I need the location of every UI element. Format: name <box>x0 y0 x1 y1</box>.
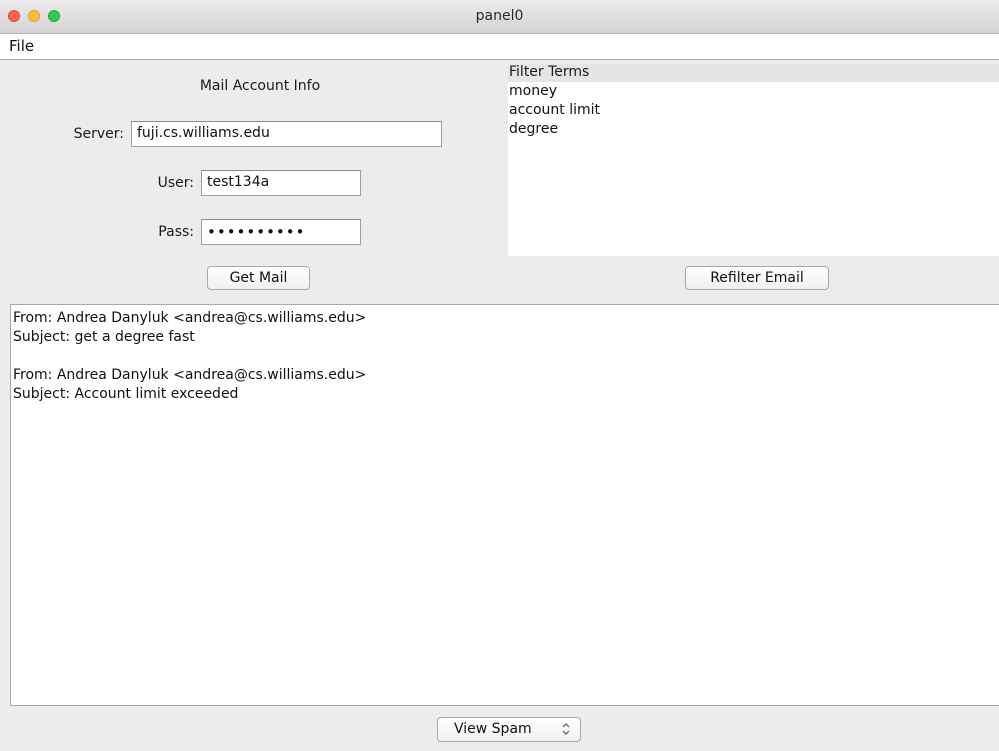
filter-term-item[interactable]: money <box>508 82 999 101</box>
user-label: User: <box>157 175 194 191</box>
view-select-value: View Spam <box>454 721 532 737</box>
server-label: Server: <box>73 126 124 142</box>
server-field[interactable]: fuji.cs.williams.edu <box>131 121 442 147</box>
email-subject: Subject: Account limit exceeded <box>13 386 239 402</box>
account-panel: Mail Account Info Server: fuji.cs.willia… <box>0 60 999 304</box>
view-select[interactable]: View Spam <box>437 717 581 742</box>
filter-terms-header: Filter Terms <box>508 64 999 82</box>
menu-bar: File <box>0 34 999 60</box>
app-window: panel0 File Mail Account Info Server: fu… <box>0 0 999 751</box>
password-field[interactable]: •••••••••• <box>201 219 361 245</box>
mail-account-info-title: Mail Account Info <box>199 78 321 94</box>
email-item[interactable]: From: Andrea Danyluk <andrea@cs.williams… <box>13 309 997 347</box>
refilter-email-button[interactable]: Refilter Email <box>685 266 829 290</box>
get-mail-button[interactable]: Get Mail <box>207 266 310 290</box>
window-title: panel0 <box>475 8 524 24</box>
filter-term-item[interactable]: account limit <box>508 101 999 120</box>
email-item[interactable]: From: Andrea Danyluk <andrea@cs.williams… <box>13 366 997 404</box>
bottom-bar: View Spam <box>0 706 999 751</box>
email-list[interactable]: From: Andrea Danyluk <andrea@cs.williams… <box>10 304 999 706</box>
updown-chevron-icon <box>562 723 570 735</box>
pass-label: Pass: <box>158 224 194 240</box>
email-from: From: Andrea Danyluk <andrea@cs.williams… <box>13 367 367 383</box>
user-field[interactable]: test134a <box>201 170 361 196</box>
filter-term-item[interactable]: degree <box>508 120 999 139</box>
title-bar[interactable]: panel0 <box>0 0 999 34</box>
menu-file[interactable]: File <box>9 37 34 55</box>
filter-terms-list[interactable]: money account limit degree <box>508 82 999 256</box>
email-from: From: Andrea Danyluk <andrea@cs.williams… <box>13 310 367 326</box>
email-subject: Subject: get a degree fast <box>13 329 195 345</box>
